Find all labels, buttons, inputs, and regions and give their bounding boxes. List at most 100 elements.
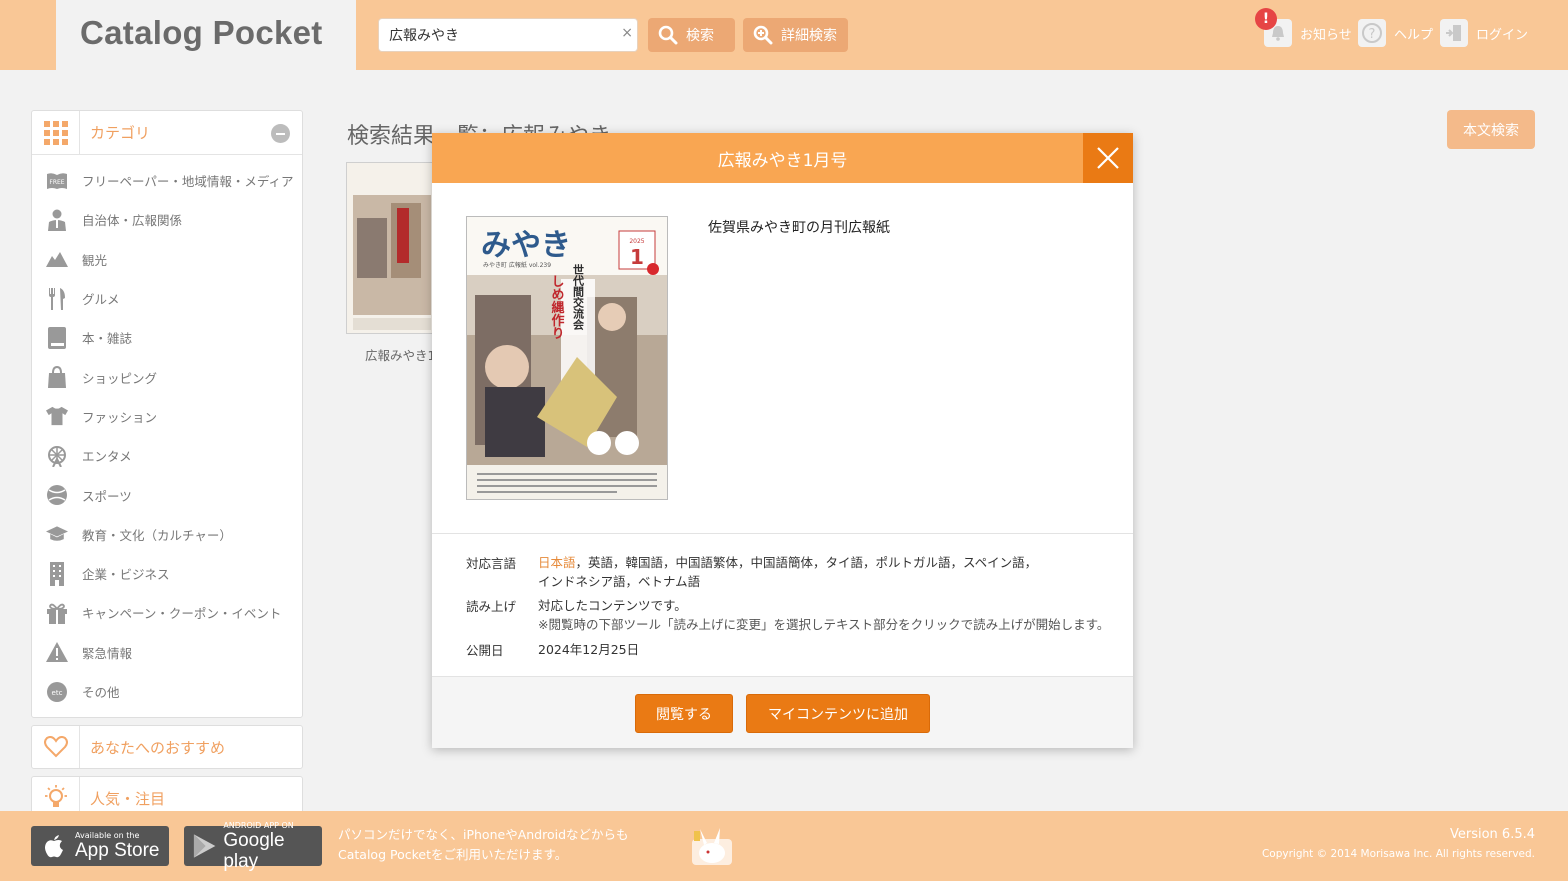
clear-search-icon[interactable]: ×	[621, 25, 633, 41]
category-label: 自治体・広報関係	[82, 213, 183, 229]
category-item-business[interactable]: 企業・ビジネス	[32, 554, 302, 593]
book-icon	[46, 326, 68, 349]
category-panel: カテゴリ FREE フリーペーパー・地域情報・メディア 自治体・広報関係 観光 …	[31, 110, 303, 719]
sidebar: カテゴリ FREE フリーペーパー・地域情報・メディア 自治体・広報関係 観光 …	[31, 110, 303, 821]
notification-badge: !	[1255, 8, 1277, 30]
category-item-books[interactable]: 本・雑誌	[32, 318, 302, 357]
search-button-label: 検索	[686, 28, 714, 44]
languages-label: 対応言語	[466, 556, 517, 571]
warning-icon	[46, 641, 68, 663]
add-to-my-contents-button[interactable]: マイコンテンツに追加	[746, 694, 930, 733]
official-person-icon	[46, 209, 68, 231]
category-item-free-paper[interactable]: FREE フリーペーパー・地域情報・メディア	[32, 161, 302, 200]
recommend-link[interactable]: あなたへのおすすめ	[31, 725, 303, 770]
search-icon	[658, 25, 678, 45]
popular-label: 人気・注目	[90, 789, 166, 808]
gift-icon	[46, 602, 68, 624]
grid-icon	[32, 110, 80, 155]
advanced-search-icon	[753, 25, 773, 45]
app-store-badge[interactable]: Available on the App Store	[31, 826, 169, 866]
mascot-icon	[692, 828, 732, 865]
category-item-entertainment[interactable]: エンタメ	[32, 436, 302, 475]
login-link[interactable]: ログイン	[1440, 18, 1528, 48]
cover-headline2: しめ縄作り	[549, 275, 565, 340]
category-item-emergency[interactable]: 緊急情報	[32, 633, 302, 672]
category-item-sports[interactable]: スポーツ	[32, 475, 302, 514]
svg-text:?: ?	[1369, 27, 1376, 42]
category-label: ファッション	[82, 409, 158, 425]
news-link[interactable]: お知らせ	[1264, 18, 1352, 48]
content-description: 佐賀県みやき町の月刊広報紙	[708, 220, 890, 236]
svg-text:etc: etc	[52, 689, 63, 697]
google-play-badge[interactable]: ANDROID APP ON Google play	[184, 821, 322, 872]
category-item-fashion[interactable]: ファッション	[32, 397, 302, 436]
result-label[interactable]: 広報みやき1	[365, 345, 435, 364]
help-link[interactable]: ? ヘルプ	[1358, 18, 1433, 48]
languages-line-2: インドネシア語，ベトナム語	[538, 574, 701, 589]
category-item-campaign[interactable]: キャンペーン・クーポン・イベント	[32, 593, 302, 632]
category-title: カテゴリ	[90, 124, 151, 142]
result-thumbnail[interactable]	[346, 162, 436, 334]
footer-line-2: Catalog Pocketをご利用いただけます。	[338, 847, 568, 862]
free-paper-icon: FREE	[46, 170, 68, 192]
category-label: 緊急情報	[82, 645, 133, 661]
cover-image[interactable]: みやき みやき町 広報紙 vol.239 2025 1 世代間交流会 しめ縄作り	[466, 216, 668, 500]
login-door-icon	[1440, 19, 1468, 47]
cover-month: 1	[630, 245, 644, 269]
footer-line-1: パソコンだけでなく、iPhoneやAndroidなどからも	[338, 827, 629, 842]
category-label: ショッピング	[82, 370, 158, 386]
google-play-text: Google play	[223, 829, 285, 872]
close-button[interactable]	[1083, 133, 1133, 183]
login-label: ログイン	[1476, 27, 1529, 43]
modal-header: 広報みやき1月号	[432, 133, 1133, 183]
cover-year: 2025	[629, 238, 644, 245]
cover-title: みやき	[481, 228, 571, 263]
category-item-government[interactable]: 自治体・広報関係	[32, 200, 302, 239]
play-icon	[193, 834, 216, 858]
app-store-text: App Store	[75, 840, 160, 861]
search-box: ×	[378, 18, 638, 52]
category-item-other[interactable]: etc その他	[32, 672, 302, 711]
collapse-icon[interactable]	[271, 124, 290, 143]
cover-thumbnail-image	[347, 163, 435, 333]
category-label: キャンペーン・クーポン・イベント	[82, 606, 282, 622]
category-label: エンタメ	[82, 449, 132, 465]
copyright-text: Copyright © 2014 Morisawa Inc. All right…	[1261, 848, 1535, 860]
published-label: 公開日	[466, 643, 504, 658]
category-item-shopping[interactable]: ショッピング	[32, 357, 302, 396]
readaloud-value: 対応したコンテンツです。	[538, 598, 687, 613]
divider	[432, 533, 1133, 534]
category-item-tourism[interactable]: 観光	[32, 240, 302, 279]
ball-icon	[46, 484, 68, 506]
graduation-cap-icon	[46, 523, 68, 545]
category-label: スポーツ	[82, 488, 132, 504]
advanced-search-button[interactable]: 詳細検索	[743, 18, 848, 52]
detail-modal: 広報みやき1月号 みやき みやき町 広報紙 vol.239 2025 1 世代間…	[432, 133, 1133, 748]
shopping-bag-icon	[46, 366, 68, 389]
read-button[interactable]: 閲覧する	[635, 694, 733, 733]
search-button[interactable]: 検索	[648, 18, 735, 52]
category-label: 観光	[82, 252, 108, 268]
category-header[interactable]: カテゴリ	[32, 110, 302, 155]
readaloud-note: ※閲覧時の下部ツール「読み上げに変更」を選択しテキスト部分をクリックで読み上げが…	[538, 617, 1110, 632]
fork-knife-icon	[46, 287, 68, 310]
fulltext-search-button[interactable]: 本文検索	[1447, 110, 1535, 149]
cover-subtitle: みやき町 広報紙 vol.239	[483, 261, 551, 269]
advanced-search-label: 詳細検索	[781, 28, 837, 44]
published-row: 公開日 2024年12月25日	[466, 640, 639, 659]
category-item-gourmet[interactable]: グルメ	[32, 279, 302, 318]
logo[interactable]: Catalog Pocket	[56, 0, 356, 70]
footer-message: パソコンだけでなく、iPhoneやAndroidなどからも Catalog Po…	[338, 825, 629, 865]
current-language[interactable]: 日本語	[538, 555, 576, 570]
recommend-label: あなたへのおすすめ	[90, 738, 226, 757]
category-item-education[interactable]: 教育・文化（カルチャー）	[32, 515, 302, 554]
category-label: フリーペーパー・地域情報・メディア	[82, 174, 294, 190]
app-title: Catalog Pocket	[80, 14, 323, 51]
footer: Available on the App Store ANDROID APP O…	[0, 811, 1568, 881]
cover-headline: 世代間交流会	[572, 263, 586, 331]
languages-row: 対応言語 日本語，英語，韓国語，中国語繁体，中国語簡体，タイ語，ポルトガル語，スペ…	[466, 553, 1037, 591]
header: Catalog Pocket × 検索 詳細検索 お知らせ ! ? ヘルプ ログ…	[0, 0, 1568, 70]
tshirt-icon	[46, 405, 68, 427]
search-input[interactable]	[379, 19, 604, 51]
news-label: お知らせ	[1300, 27, 1352, 43]
